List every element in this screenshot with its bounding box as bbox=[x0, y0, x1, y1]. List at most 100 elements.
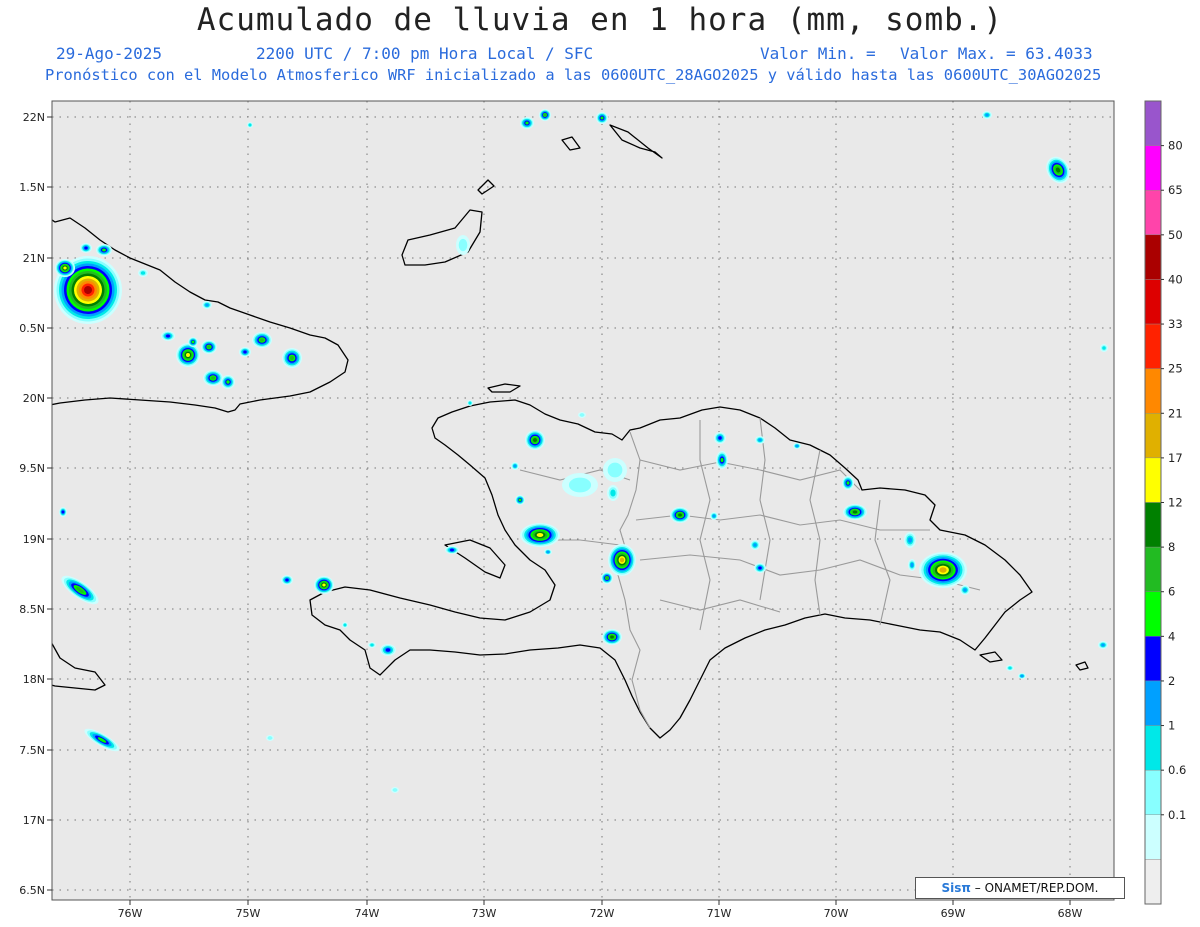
rain-cell bbox=[601, 572, 613, 584]
rain-contour bbox=[533, 438, 537, 442]
rain-cell bbox=[201, 340, 217, 354]
rain-contour bbox=[753, 543, 757, 547]
colorbar-label: 1 bbox=[1168, 719, 1175, 733]
rain-cell bbox=[202, 301, 212, 309]
lat-tick-label: 22N bbox=[23, 111, 45, 124]
rain-contour bbox=[985, 113, 989, 117]
colorbar-label: 65 bbox=[1168, 183, 1183, 197]
rain-cell bbox=[904, 532, 916, 548]
colorbar-segment bbox=[1144, 546, 1162, 592]
rain-contour bbox=[458, 238, 468, 252]
colorbar-segment bbox=[1144, 814, 1162, 860]
credit-brand: Sisπ bbox=[941, 881, 971, 895]
lat-tick-label: 6.5N bbox=[19, 884, 45, 897]
rain-contour bbox=[226, 380, 230, 384]
rain-contour bbox=[546, 550, 550, 554]
rain-cell bbox=[562, 473, 598, 497]
rain-contour bbox=[248, 123, 252, 127]
rain-contour bbox=[267, 736, 273, 740]
rain-contour bbox=[61, 510, 65, 514]
credit-box: Sisπ – ONAMET/REP.DOM. bbox=[915, 877, 1125, 899]
lon-tick-label: 69W bbox=[941, 907, 966, 920]
colorbar-label: 0.6 bbox=[1168, 763, 1186, 777]
rain-contour bbox=[259, 338, 265, 342]
rain-contour bbox=[607, 462, 623, 478]
rain-cell bbox=[282, 348, 302, 368]
rain-cell bbox=[515, 495, 525, 505]
rain-contour bbox=[243, 350, 247, 354]
rain-contour bbox=[343, 623, 347, 627]
colorbar-segment bbox=[1144, 368, 1162, 414]
colorbar-segment bbox=[1144, 636, 1162, 682]
rain-cell bbox=[710, 512, 718, 520]
lat-tick-label: 21N bbox=[23, 252, 45, 265]
rain-contour bbox=[513, 464, 517, 468]
rain-contour bbox=[963, 588, 967, 592]
colorbar-label: 4 bbox=[1168, 629, 1175, 643]
lon-tick-label: 70W bbox=[824, 907, 849, 920]
rain-contour bbox=[605, 576, 609, 580]
rain-contour bbox=[140, 271, 146, 275]
lon-tick-label: 76W bbox=[118, 907, 143, 920]
colorbar-label: 80 bbox=[1168, 139, 1183, 153]
rain-cell bbox=[608, 544, 636, 576]
rain-contour bbox=[1102, 346, 1106, 350]
rain-cell bbox=[55, 259, 75, 277]
rain-contour bbox=[910, 562, 914, 568]
lat-tick-label: 1.5N bbox=[19, 181, 45, 194]
rain-cell bbox=[176, 343, 200, 367]
colorbar-segment bbox=[1144, 725, 1162, 771]
rain-cell bbox=[539, 109, 551, 121]
lon-tick-label: 75W bbox=[236, 907, 261, 920]
rain-contour bbox=[758, 566, 762, 570]
colorbar-label: 17 bbox=[1168, 451, 1183, 465]
rain-contour bbox=[322, 583, 326, 587]
rain-cell bbox=[59, 507, 67, 517]
rain-contour bbox=[84, 246, 88, 250]
rain-cell bbox=[445, 546, 459, 554]
colorbar-segment bbox=[1144, 457, 1162, 503]
rain-cell bbox=[750, 540, 760, 550]
lat-tick-label: 8.5N bbox=[19, 603, 45, 616]
rain-contour bbox=[579, 413, 585, 417]
rain-contour bbox=[205, 303, 209, 307]
colorbar-segment bbox=[1144, 100, 1162, 146]
colorbar-segment bbox=[1144, 234, 1162, 280]
rain-cell bbox=[138, 269, 148, 277]
lon-tick-label: 73W bbox=[472, 907, 497, 920]
lat-tick-label: 17N bbox=[23, 814, 45, 827]
rain-cell bbox=[161, 331, 175, 341]
colorbar-label: 0.1 bbox=[1168, 808, 1186, 822]
rain-contour bbox=[678, 513, 682, 517]
rain-cell bbox=[544, 549, 552, 555]
rain-cell bbox=[1006, 665, 1014, 671]
rain-contour bbox=[207, 345, 211, 349]
rain-cell bbox=[1018, 673, 1026, 679]
lat-tick-label: 0.5N bbox=[19, 322, 45, 335]
rain-contour bbox=[450, 548, 454, 552]
rain-cell bbox=[603, 458, 627, 482]
colorbar-segment bbox=[1144, 323, 1162, 369]
rain-contour bbox=[1101, 643, 1105, 647]
colorbar-label: 8 bbox=[1168, 540, 1175, 554]
rain-contour bbox=[63, 266, 67, 270]
rain-contour bbox=[795, 444, 799, 448]
rain-contour bbox=[166, 334, 170, 338]
map-background bbox=[52, 101, 1114, 900]
rain-contour bbox=[939, 567, 947, 573]
lon-tick-label: 68W bbox=[1058, 907, 1083, 920]
rain-cell bbox=[467, 400, 473, 406]
rain-contour bbox=[758, 438, 762, 442]
rain-cell bbox=[252, 332, 272, 348]
rain-cell bbox=[919, 552, 967, 588]
rain-contour bbox=[392, 788, 398, 792]
rain-cell bbox=[314, 576, 334, 594]
rain-contour bbox=[102, 248, 106, 252]
colorbar-segment bbox=[1144, 279, 1162, 325]
credit-text: – ONAMET/REP.DOM. bbox=[974, 881, 1099, 895]
rain-contour bbox=[186, 353, 190, 357]
rain-cell bbox=[793, 443, 801, 449]
lat-tick-label: 19N bbox=[23, 533, 45, 546]
rain-cell bbox=[596, 112, 608, 124]
colorbar-label: 6 bbox=[1168, 585, 1175, 599]
